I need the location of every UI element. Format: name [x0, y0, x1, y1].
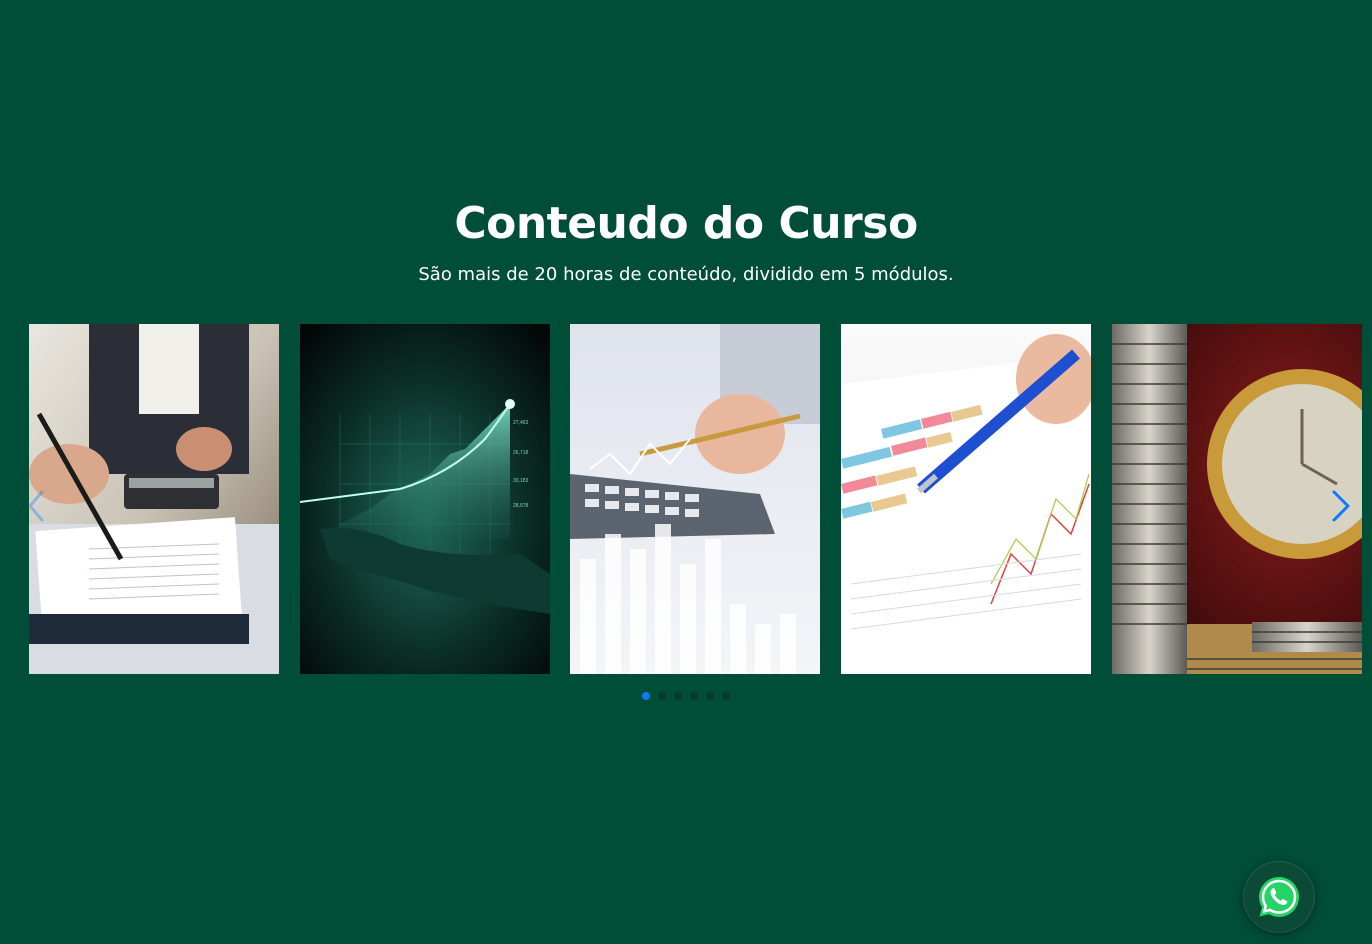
carousel-pagination — [0, 692, 1372, 700]
coins-clock-image — [1112, 324, 1362, 674]
carousel-next-button[interactable] — [1326, 486, 1356, 526]
course-content-section: Conteudo do Curso São mais de 20 horas d… — [0, 0, 1372, 944]
carousel-prev-button[interactable] — [22, 486, 52, 526]
calculator-analytics-image — [570, 324, 820, 674]
slide-accounting-documents[interactable] — [29, 324, 279, 674]
section-subtitle: São mais de 20 horas de conteúdo, dividi… — [418, 264, 954, 285]
carousel-dot-2[interactable] — [658, 692, 666, 700]
svg-text:26,718: 26,718 — [513, 450, 529, 456]
carousel-dot-5[interactable] — [706, 692, 714, 700]
course-carousel[interactable]: 27,463 26,718 30,183 28,578 — [0, 324, 1372, 674]
bar-chart-report-image — [841, 324, 1091, 674]
whatsapp-button[interactable] — [1244, 862, 1314, 932]
slide-calculator-analytics[interactable] — [570, 324, 820, 674]
carousel-dot-4[interactable] — [690, 692, 698, 700]
svg-text:30,183: 30,183 — [513, 478, 529, 484]
carousel-dot-1[interactable] — [642, 692, 650, 700]
carousel-dot-3[interactable] — [674, 692, 682, 700]
carousel-dot-6[interactable] — [722, 692, 730, 700]
chevron-left-icon — [28, 490, 44, 522]
chevron-right-icon — [1332, 490, 1350, 522]
whatsapp-icon — [1259, 877, 1299, 917]
growth-chart-image: 27,463 26,718 30,183 28,578 — [300, 324, 550, 674]
accounting-documents-image — [29, 324, 279, 674]
svg-text:27,463: 27,463 — [513, 420, 529, 426]
slide-coins-clock[interactable] — [1112, 324, 1362, 674]
section-title: Conteudo do Curso — [454, 198, 918, 249]
svg-text:28,578: 28,578 — [513, 503, 529, 509]
slide-financial-growth[interactable]: 27,463 26,718 30,183 28,578 — [300, 324, 550, 674]
slide-bar-chart-report[interactable] — [841, 324, 1091, 674]
